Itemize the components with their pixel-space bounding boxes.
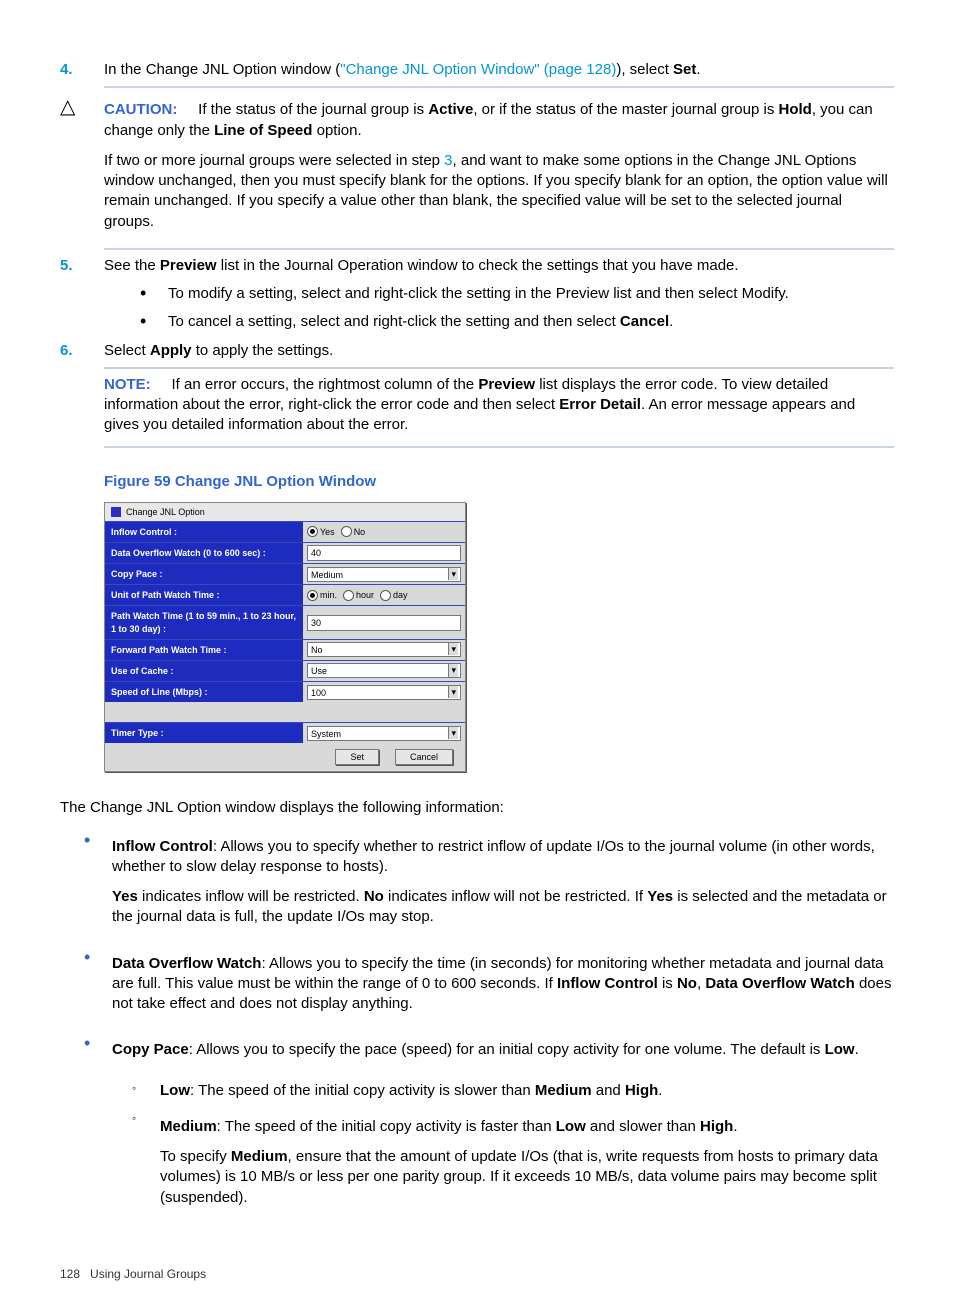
xref-link[interactable]: "Change JNL Option Window" (page 128) bbox=[340, 61, 616, 78]
unit-label: Unit of Path Watch Time : bbox=[105, 585, 303, 605]
step-text: In the Change JNL Option window ("Change… bbox=[104, 60, 894, 80]
step-number: 5. bbox=[60, 256, 104, 276]
bullet-icon: • bbox=[84, 1034, 112, 1070]
step-number: 6. bbox=[60, 341, 104, 361]
copypace-label: Copy Pace : bbox=[105, 564, 303, 584]
step-5-sublist: •To modify a setting, select and right-c… bbox=[140, 284, 894, 333]
data-overflow-item: • Data Overflow Watch: Allows you to spe… bbox=[84, 948, 894, 1025]
pathwatch-label: Path Watch Time (1 to 59 min., 1 to 23 h… bbox=[105, 606, 303, 638]
caution-icon: △ bbox=[60, 94, 104, 242]
copy-pace-item: • Copy Pace: Allows you to specify the p… bbox=[84, 1034, 894, 1070]
step-number: 4. bbox=[60, 60, 104, 80]
cancel-button[interactable]: Cancel bbox=[395, 749, 453, 765]
step-6: 6. Select Apply to apply the settings. bbox=[60, 341, 894, 361]
set-button[interactable]: Set bbox=[335, 749, 379, 765]
figure-caption: Figure 59 Change JNL Option Window bbox=[104, 472, 894, 492]
unit-min-radio[interactable]: min. bbox=[307, 589, 337, 601]
bullet-icon: • bbox=[84, 831, 112, 938]
note-label: NOTE: bbox=[104, 376, 151, 393]
bullet-text: To cancel a setting, select and right-cl… bbox=[168, 312, 673, 332]
timer-label: Timer Type : bbox=[105, 723, 303, 743]
medium-sub-item: ◦ Medium: The speed of the initial copy … bbox=[132, 1111, 894, 1218]
window-title-bar: Change JNL Option bbox=[105, 503, 465, 521]
note-block: NOTE: If an error occurs, the rightmost … bbox=[104, 375, 894, 436]
speed-select[interactable]: 100 bbox=[307, 685, 461, 700]
cache-label: Use of Cache : bbox=[105, 661, 303, 681]
change-jnl-option-window: Change JNL Option Inflow Control : Yes N… bbox=[104, 502, 466, 773]
page-number: 128 bbox=[60, 1267, 80, 1281]
overflow-label: Data Overflow Watch (0 to 600 sec) : bbox=[105, 543, 303, 563]
step-3-link[interactable]: 3 bbox=[444, 152, 452, 169]
forward-select[interactable]: No bbox=[307, 642, 461, 657]
bullet-icon: • bbox=[140, 312, 168, 332]
low-sub-item: ◦ Low: The speed of the initial copy act… bbox=[132, 1081, 894, 1101]
forward-label: Forward Path Watch Time : bbox=[105, 640, 303, 660]
caution-label: CAUTION: bbox=[104, 101, 177, 118]
inflow-no-radio[interactable]: No bbox=[341, 526, 366, 538]
caution-block: △ CAUTION: If the status of the journal … bbox=[60, 94, 894, 242]
circle-bullet-icon: ◦ bbox=[132, 1111, 160, 1218]
cache-select[interactable]: Use bbox=[307, 663, 461, 678]
unit-hour-radio[interactable]: hour bbox=[343, 589, 374, 601]
bullet-icon: • bbox=[84, 948, 112, 1025]
bullet-icon: • bbox=[140, 284, 168, 304]
circle-bullet-icon: ◦ bbox=[132, 1081, 160, 1101]
window-icon bbox=[111, 507, 121, 517]
step-4: 4. In the Change JNL Option window ("Cha… bbox=[60, 60, 894, 80]
after-figure-text: The Change JNL Option window displays th… bbox=[60, 798, 894, 818]
overflow-input[interactable]: 40 bbox=[307, 545, 461, 561]
inflow-yes-radio[interactable]: Yes bbox=[307, 526, 335, 538]
unit-day-radio[interactable]: day bbox=[380, 589, 408, 601]
copypace-select[interactable]: Medium bbox=[307, 567, 461, 582]
speed-label: Speed of Line (Mbps) : bbox=[105, 682, 303, 702]
step-5: 5. See the Preview list in the Journal O… bbox=[60, 256, 894, 276]
pathwatch-input[interactable]: 30 bbox=[307, 615, 461, 631]
inflow-control-label: Inflow Control : bbox=[105, 522, 303, 542]
footer-title: Using Journal Groups bbox=[90, 1267, 206, 1281]
timer-select[interactable]: System bbox=[307, 726, 461, 741]
page-footer: 128 Using Journal Groups bbox=[60, 1266, 894, 1282]
inflow-control-item: • Inflow Control: Allows you to specify … bbox=[84, 831, 894, 938]
bullet-text: To modify a setting, select and right-cl… bbox=[168, 284, 789, 304]
